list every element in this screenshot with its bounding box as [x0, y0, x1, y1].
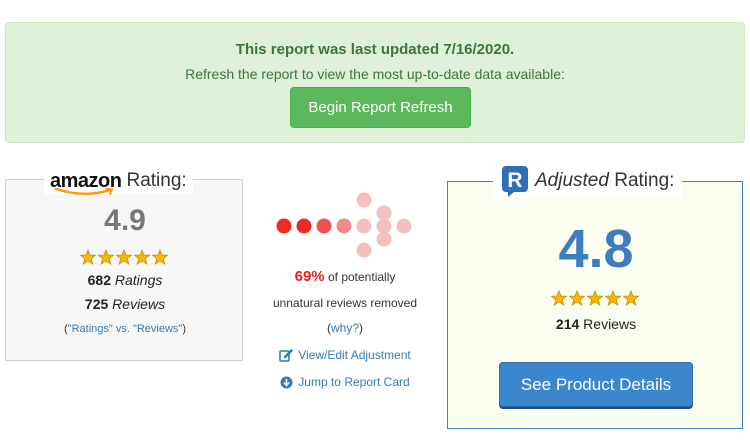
see-product-details-button[interactable]: See Product Details — [499, 362, 693, 407]
adjusted-reviews-label: Reviews — [583, 316, 637, 332]
removed-percent-line: 69% of potentially — [294, 268, 396, 285]
jump-to-report-card-link[interactable]: Jump to Report Card — [240, 375, 450, 389]
ratings-number: 682 — [87, 272, 111, 288]
adjusted-rating-panel: 4.8 214 Reviews See Product Details — [447, 181, 743, 429]
why-line: (why?) — [326, 321, 363, 335]
dot-icon — [376, 205, 392, 221]
adjusted-reviews-count: 214 Reviews — [448, 316, 744, 332]
notice-title: This report was last updated 7/16/2020. — [235, 41, 515, 58]
star-icon — [115, 249, 133, 265]
adjusted-reviews-number: 214 — [555, 316, 580, 332]
dot-icon — [276, 218, 292, 234]
amazon-rating-title: Rating: — [126, 170, 187, 191]
amazon-smile-icon — [54, 188, 114, 195]
ratings-vs-reviews-link[interactable]: "Ratings" vs. "Reviews" — [68, 323, 183, 335]
arrow-circle-down-icon — [280, 376, 293, 388]
star-icon — [80, 249, 97, 265]
adjusted-rating-header: R Adjusted Rating: — [493, 164, 683, 198]
edit-icon — [279, 348, 293, 362]
svg-text:R: R — [507, 169, 522, 192]
dot-icon — [376, 218, 392, 234]
report-update-notice: This report was last updated 7/16/2020. … — [5, 22, 745, 143]
dot-icon — [396, 218, 412, 234]
dot-icon — [296, 218, 312, 234]
amazon-reviews-count: 725 Reviews — [6, 296, 244, 312]
dot-icon — [356, 218, 372, 234]
why-link[interactable]: why? — [331, 321, 359, 335]
reviewmeta-logo-icon: R — [502, 166, 528, 197]
ratings-label: Ratings — [114, 272, 163, 288]
notice-subtitle: Refresh the report to view the most up-t… — [185, 66, 565, 82]
dot-icon — [356, 192, 372, 208]
reviews-label: Reviews — [112, 296, 166, 312]
adjusted-stars — [551, 290, 640, 306]
star-icon — [151, 249, 169, 265]
dot-icon — [376, 231, 392, 247]
ratings-vs-reviews: ("Ratings" vs. "Reviews") — [64, 323, 186, 335]
amazon-logo: amazon — [50, 171, 122, 195]
amazon-score: 4.9 — [104, 204, 146, 237]
star-icon — [133, 249, 151, 265]
star-icon — [622, 290, 640, 306]
view-edit-adjustment-link[interactable]: View/Edit Adjustment — [240, 348, 450, 362]
removed-percent: 69% — [294, 268, 325, 285]
amazon-stars — [80, 249, 169, 265]
amazon-ratings-count: 682 Ratings — [6, 272, 244, 288]
star-icon — [568, 290, 586, 306]
dot-icon — [356, 242, 372, 258]
reviews-number: 725 — [84, 296, 109, 312]
star-icon — [586, 290, 604, 306]
removed-description: unnatural reviews removed — [272, 296, 418, 310]
reviews-removed-graphic — [276, 192, 412, 258]
star-icon — [551, 290, 568, 306]
amazon-rating-header: amazon Rating: — [44, 168, 193, 195]
dot-icon — [316, 218, 332, 234]
amazon-rating-panel: 4.9 682 Ratings 725 Reviews ("Ratings" v… — [5, 179, 243, 361]
star-icon — [604, 290, 622, 306]
adjusted-score: 4.8 — [558, 219, 634, 279]
dot-icon — [336, 218, 352, 234]
star-icon — [97, 249, 115, 265]
adjusted-rating-title: Adjusted Rating: — [535, 170, 675, 191]
begin-report-refresh-button[interactable]: Begin Report Refresh — [290, 87, 471, 128]
